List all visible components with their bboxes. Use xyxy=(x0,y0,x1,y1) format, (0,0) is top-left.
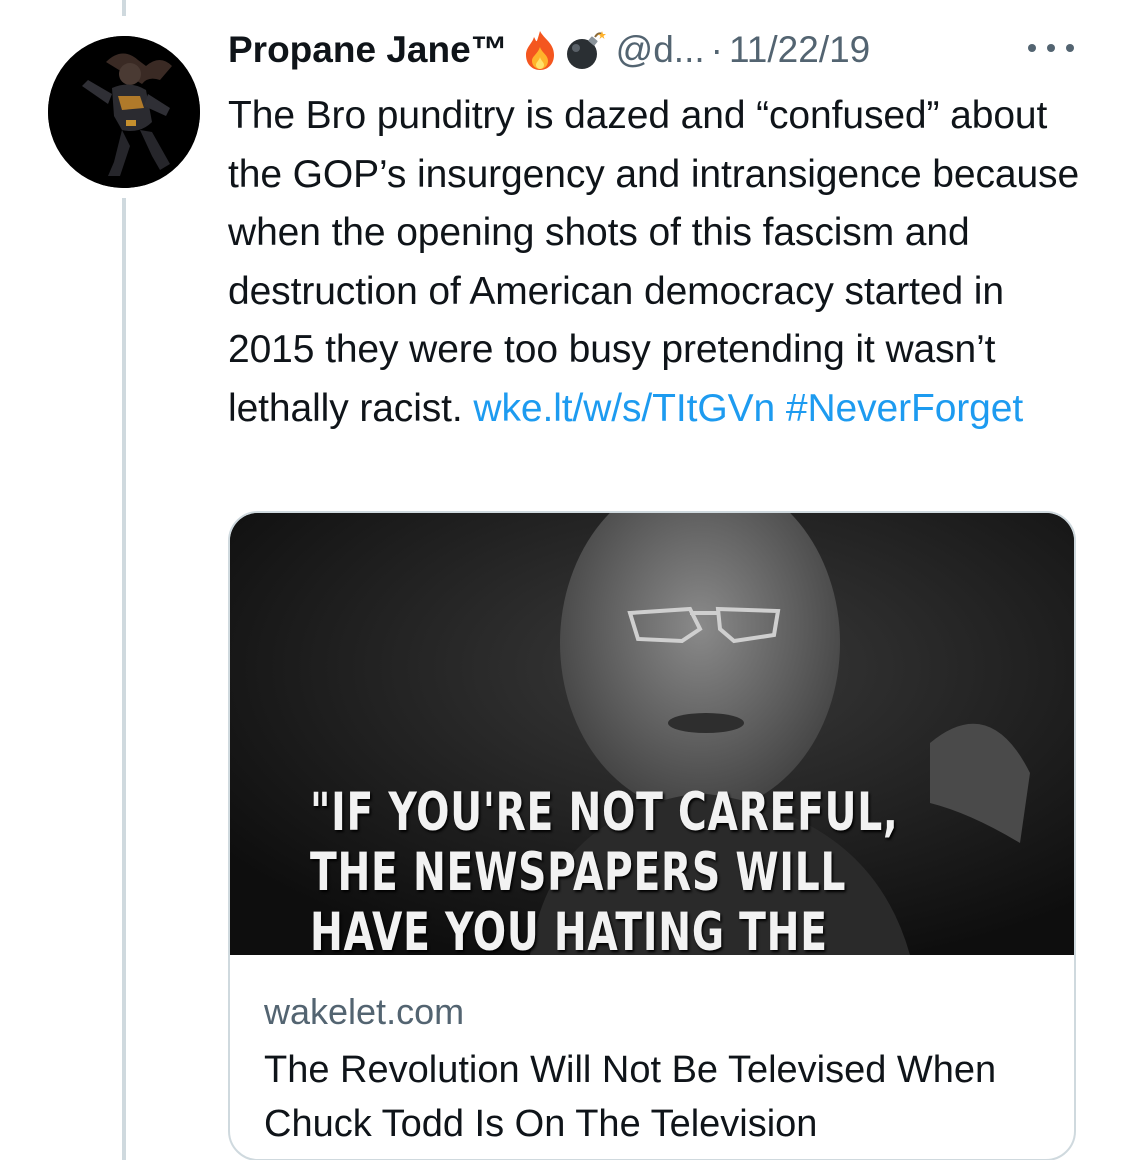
card-domain: wakelet.com xyxy=(264,991,465,1032)
tweet-header: Propane Jane™ @d... · 11/22/19 xyxy=(228,26,870,74)
bomb-emoji-icon xyxy=(564,29,606,71)
tweet-date[interactable]: 11/22/19 xyxy=(729,29,870,71)
tweet-text: The Bro punditry is dazed and “confused”… xyxy=(228,87,1098,438)
card-title[interactable]: The Revolution Will Not Be Televised Whe… xyxy=(264,1043,1064,1151)
more-options-icon[interactable] xyxy=(1026,38,1076,58)
link-preview-card[interactable]: "IF YOU'RE NOT CAREFUL, THE NEWSPAPERS W… xyxy=(228,511,1076,1160)
hashtag-link[interactable]: #NeverForget xyxy=(786,387,1023,430)
author-handle[interactable]: @d... xyxy=(616,29,705,71)
card-image: "IF YOU'RE NOT CAREFUL, THE NEWSPAPERS W… xyxy=(230,513,1074,956)
header-separator: · xyxy=(710,29,723,70)
thread-connector-line xyxy=(122,198,126,1160)
thread-line-top xyxy=(122,0,126,16)
avatar[interactable] xyxy=(48,36,200,188)
tweet-link[interactable]: wke.lt/w/s/TItGVn xyxy=(473,387,775,430)
card-image-caption: "IF YOU'RE NOT CAREFUL, THE NEWSPAPERS W… xyxy=(310,782,899,956)
display-name[interactable]: Propane Jane™ xyxy=(228,29,508,71)
avatar-image xyxy=(48,36,200,188)
tweet-body-text: The Bro punditry is dazed and “confused”… xyxy=(228,94,1080,430)
fire-emoji-icon xyxy=(520,29,560,71)
